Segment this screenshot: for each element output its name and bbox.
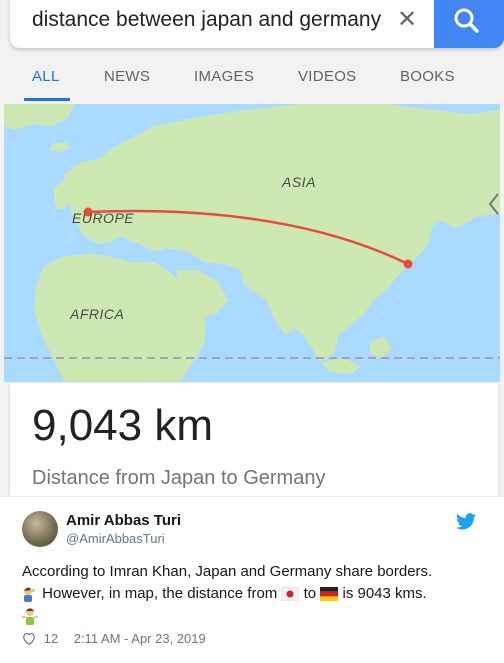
heart-icon[interactable]	[22, 632, 36, 646]
distance-caption: Distance from Japan to Germany	[32, 467, 326, 489]
map-label-asia: ASIA	[282, 174, 316, 190]
tweet-text-line2: However, in map, the distance from to is…	[22, 585, 427, 603]
tweet-text-segment-c: is 9043 kms.	[342, 585, 427, 602]
avatar[interactable]	[22, 511, 58, 547]
germany-flag-icon	[320, 587, 339, 602]
tweet-text-line1: According to Imran Khan, Japan and Germa…	[22, 563, 433, 580]
japan-flag-icon	[281, 587, 300, 602]
tweet-text-line3	[22, 607, 38, 630]
facepalm-emoji-icon	[24, 587, 35, 603]
twitter-bird-icon[interactable]	[456, 513, 476, 530]
shrug-emoji-icon	[22, 608, 38, 625]
japan-marker	[403, 259, 413, 269]
tab-news[interactable]: NEWS	[104, 68, 150, 85]
tab-images[interactable]: IMAGES	[194, 68, 254, 85]
search-button[interactable]: i	[434, 0, 504, 48]
search-query[interactable]: distance between japan and germany	[32, 8, 381, 32]
tweet-meta: 12 2:11 AM - Apr 23, 2019	[22, 631, 206, 646]
search-icon	[454, 8, 479, 33]
search-tabs: ALL NEWS IMAGES VIDEOS BOOKS	[0, 68, 504, 102]
map-label-europe: EUROPE	[72, 210, 135, 226]
tab-videos[interactable]: VIDEOS	[298, 68, 356, 85]
distance-card: 9,043 km Distance from Japan to Germany	[10, 383, 498, 496]
active-tab-indicator	[24, 98, 70, 101]
map-label-africa: AFRICA	[70, 306, 125, 322]
map-view[interactable]: EUROPE ASIA AFRICA	[4, 104, 500, 382]
tab-books[interactable]: BOOKS	[400, 68, 455, 85]
clear-icon[interactable]: ✕	[397, 5, 417, 34]
distance-value: 9,043 km	[32, 401, 213, 450]
map-graphic	[4, 104, 500, 382]
tweet-timestamp[interactable]: 2:11 AM - Apr 23, 2019	[74, 631, 206, 646]
search-bar[interactable]: distance between japan and germany ✕	[10, 0, 502, 48]
tweet-text-segment-b: to	[303, 585, 317, 602]
author-name[interactable]: Amir Abbas Turi	[66, 512, 181, 529]
tweet-text-segment-a: However, in map, the distance from	[42, 585, 278, 602]
tab-all[interactable]: ALL	[32, 68, 60, 85]
author-handle[interactable]: @AmirAbbasTuri	[66, 531, 165, 546]
search-screenshot: distance between japan and germany ✕ i A…	[0, 0, 504, 496]
tweet: Amir Abbas Turi @AmirAbbasTuri According…	[0, 496, 504, 663]
like-count[interactable]: 12	[44, 631, 58, 646]
